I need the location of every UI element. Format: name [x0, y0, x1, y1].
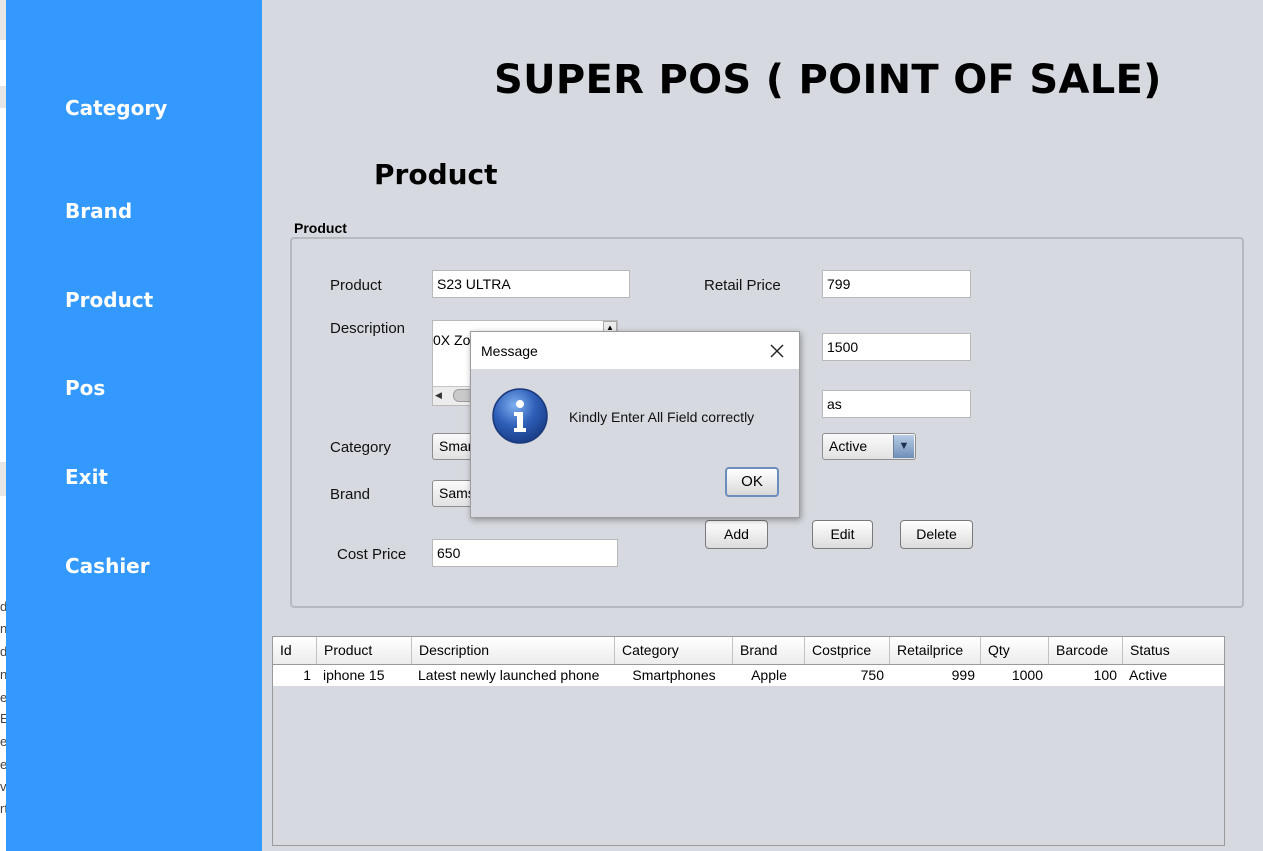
- column-header-brand[interactable]: Brand: [733, 637, 805, 664]
- column-header-category[interactable]: Category: [615, 637, 733, 664]
- ok-button[interactable]: OK: [725, 467, 779, 497]
- category-label: Category: [330, 439, 391, 456]
- table-cell-barcode: 100: [1093, 667, 1117, 683]
- retail-price-label: Retail Price: [704, 277, 781, 294]
- table-cell-brand: Apple: [751, 667, 787, 683]
- column-header-barcode[interactable]: Barcode: [1049, 637, 1123, 664]
- column-header-costprice[interactable]: Costprice: [805, 637, 890, 664]
- column-header-product[interactable]: Product: [317, 637, 412, 664]
- table-header: Id Product Description Category Brand Co…: [273, 637, 1224, 665]
- table-cell-qty: 1000: [1011, 667, 1043, 683]
- info-icon: [491, 387, 549, 445]
- edit-button[interactable]: Edit: [812, 520, 873, 549]
- column-header-id[interactable]: Id: [273, 637, 317, 664]
- sidebar-item-exit[interactable]: Exit: [65, 465, 108, 489]
- app-title: SUPER POS ( POINT OF SALE): [494, 57, 1162, 103]
- table-cell-product: iphone 15: [323, 667, 385, 683]
- table-cell-id: 1: [303, 667, 311, 683]
- product-name-field[interactable]: S23 ULTRA: [432, 270, 630, 298]
- table-cell-status: Active: [1129, 667, 1168, 683]
- table-cell-description: Latest newly launched phone: [418, 667, 600, 683]
- retail-price-field[interactable]: 799: [822, 270, 971, 298]
- message-dialog: Message Kindly Enter All Field correctly…: [470, 331, 800, 518]
- table-cell-costprice: 750: [860, 667, 884, 683]
- dialog-message: Kindly Enter All Field correctly: [569, 409, 755, 425]
- delete-button[interactable]: Delete: [900, 520, 973, 549]
- group-label: Product: [294, 220, 347, 236]
- sidebar: Category Brand Product Pos Exit Cashier: [6, 0, 262, 851]
- close-icon[interactable]: [765, 339, 789, 363]
- column-header-retailprice[interactable]: Retailprice: [890, 637, 981, 664]
- table-cell-category: Smartphones: [632, 667, 716, 683]
- barcode-field[interactable]: as: [822, 390, 971, 418]
- dialog-titlebar[interactable]: Message: [471, 332, 799, 369]
- chevron-down-icon[interactable]: ▼: [893, 435, 914, 458]
- sidebar-item-product[interactable]: Product: [65, 288, 153, 312]
- column-header-description[interactable]: Description: [412, 637, 615, 664]
- sidebar-item-category[interactable]: Category: [65, 96, 167, 120]
- table-row[interactable]: 1 iphone 15 Latest newly launched phone …: [273, 665, 1224, 686]
- product-label: Product: [330, 277, 382, 294]
- brand-label: Brand: [330, 486, 371, 503]
- scroll-left-icon[interactable]: ◀: [435, 390, 442, 401]
- sidebar-item-cashier[interactable]: Cashier: [65, 554, 150, 578]
- dialog-title: Message: [481, 343, 538, 359]
- cost-price-label: Cost Price: [337, 546, 407, 563]
- qty-field[interactable]: 1500: [822, 333, 971, 361]
- sidebar-item-pos[interactable]: Pos: [65, 376, 105, 400]
- status-select[interactable]: Active ▼: [822, 433, 916, 460]
- column-header-status[interactable]: Status: [1123, 637, 1224, 664]
- table-cell-retailprice: 999: [951, 667, 975, 683]
- description-label: Description: [330, 320, 406, 337]
- status-select-value: Active: [829, 438, 868, 454]
- add-button[interactable]: Add: [705, 520, 768, 549]
- product-table[interactable]: Id Product Description Category Brand Co…: [272, 636, 1225, 846]
- cost-price-field[interactable]: 650: [432, 539, 618, 567]
- column-header-qty[interactable]: Qty: [981, 637, 1049, 664]
- page-title: Product: [374, 158, 498, 191]
- sidebar-item-brand[interactable]: Brand: [65, 199, 132, 223]
